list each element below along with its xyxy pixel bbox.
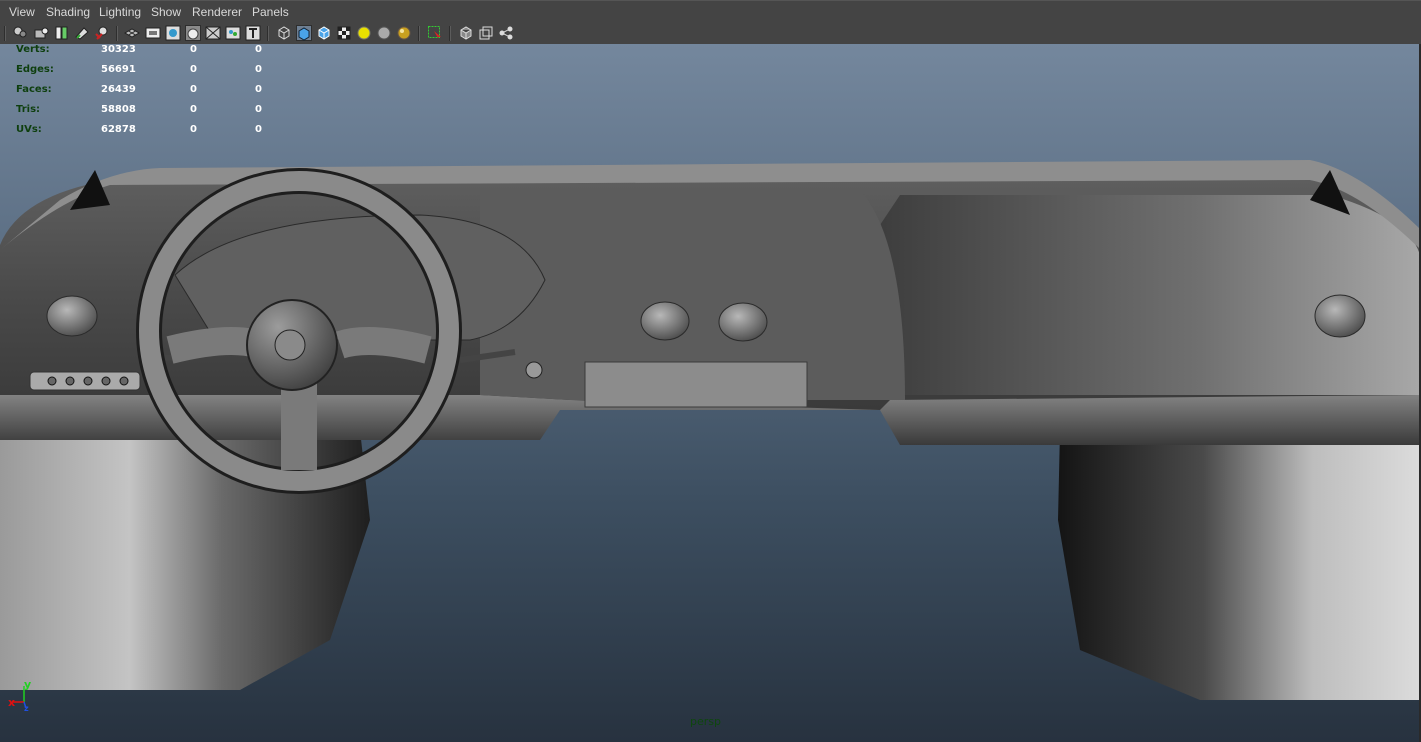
- hud-value-faces-triangles: 0: [255, 84, 262, 95]
- grid-icon[interactable]: [123, 25, 141, 41]
- hud-value-faces: 26439: [101, 84, 136, 95]
- menu-renderer[interactable]: Renderer: [192, 5, 242, 19]
- xray-joints-icon[interactable]: [498, 25, 514, 41]
- hud-value-verts-triangles: 0: [255, 44, 262, 55]
- hud-value-uvs-selected: 0: [190, 124, 197, 135]
- field-chart-icon[interactable]: [205, 25, 221, 41]
- safe-title-icon[interactable]: [245, 25, 261, 41]
- camera-name-label: persp: [690, 715, 721, 728]
- wireframe-icon[interactable]: [276, 25, 292, 41]
- menu-view[interactable]: View: [9, 5, 35, 19]
- shadows-icon[interactable]: [376, 25, 392, 41]
- hud-label-faces: Faces:: [16, 84, 52, 95]
- wireframe-on-shaded-icon[interactable]: [316, 25, 332, 41]
- hud-value-verts-selected: 0: [190, 44, 197, 55]
- hud-value-faces-selected: 0: [190, 84, 197, 95]
- hud-label-tris: Tris:: [16, 104, 41, 115]
- toolbar-separator: [418, 26, 420, 41]
- hud-value-tris-selected: 0: [190, 104, 197, 115]
- toolbar-separator: [4, 26, 6, 41]
- poly-count-hud: Verts: 30323 0 0 Edges: 56691 0 0 Faces:…: [0, 44, 300, 140]
- resolution-gate-icon[interactable]: [165, 25, 181, 41]
- hud-label-edges: Edges:: [16, 64, 54, 75]
- menu-panels[interactable]: Panels: [252, 5, 289, 19]
- panel-menu-bar: View Shading Lighting Show Renderer Pane…: [0, 0, 1421, 23]
- hud-value-uvs-triangles: 0: [255, 124, 262, 135]
- toolbar-separator: [449, 26, 451, 41]
- xray-active-components-icon[interactable]: [478, 25, 494, 41]
- view-axis-gizmo-icon: y x z: [4, 678, 44, 718]
- menu-lighting[interactable]: Lighting: [99, 5, 141, 19]
- hud-value-edges: 56691: [101, 64, 136, 75]
- axis-x-label: x: [8, 696, 16, 709]
- use-all-lights-icon[interactable]: [356, 25, 372, 41]
- select-camera-icon[interactable]: [12, 25, 28, 41]
- hud-value-tris-triangles: 0: [255, 104, 262, 115]
- hud-value-uvs: 62878: [101, 124, 136, 135]
- hud-value-edges-triangles: 0: [255, 64, 262, 75]
- menu-shading[interactable]: Shading: [46, 5, 90, 19]
- textured-icon[interactable]: [336, 25, 352, 41]
- panel-toolbar: [0, 23, 1421, 44]
- toolbar-separator: [267, 26, 269, 41]
- bookmarks-icon[interactable]: [74, 25, 90, 41]
- image-plane-icon[interactable]: [94, 25, 110, 41]
- film-gate-icon[interactable]: [145, 25, 161, 41]
- hud-label-verts: Verts:: [16, 44, 50, 55]
- hud-label-uvs: UVs:: [16, 124, 42, 135]
- menu-show[interactable]: Show: [151, 5, 181, 19]
- ambient-occlusion-icon[interactable]: [396, 25, 412, 41]
- maya-viewport-window: View Shading Lighting Show Renderer Pane…: [0, 0, 1421, 742]
- isolate-select-icon[interactable]: [427, 25, 443, 41]
- axis-z-label: z: [24, 704, 29, 713]
- car-dashboard-model: [0, 160, 1419, 700]
- hud-value-tris: 58808: [101, 104, 136, 115]
- hud-value-verts: 30323: [101, 44, 136, 55]
- camera-attributes-icon[interactable]: [54, 25, 70, 41]
- hud-value-edges-selected: 0: [190, 64, 197, 75]
- gate-mask-icon[interactable]: [185, 25, 201, 41]
- smooth-shade-all-icon[interactable]: [296, 25, 312, 41]
- safe-action-icon[interactable]: [225, 25, 241, 41]
- xray-icon[interactable]: [458, 25, 474, 41]
- lock-camera-icon[interactable]: [33, 25, 49, 41]
- perspective-viewport[interactable]: Verts: 30323 0 0 Edges: 56691 0 0 Faces:…: [0, 44, 1421, 742]
- axis-y-label: y: [24, 678, 32, 691]
- toolbar-separator: [116, 26, 118, 41]
